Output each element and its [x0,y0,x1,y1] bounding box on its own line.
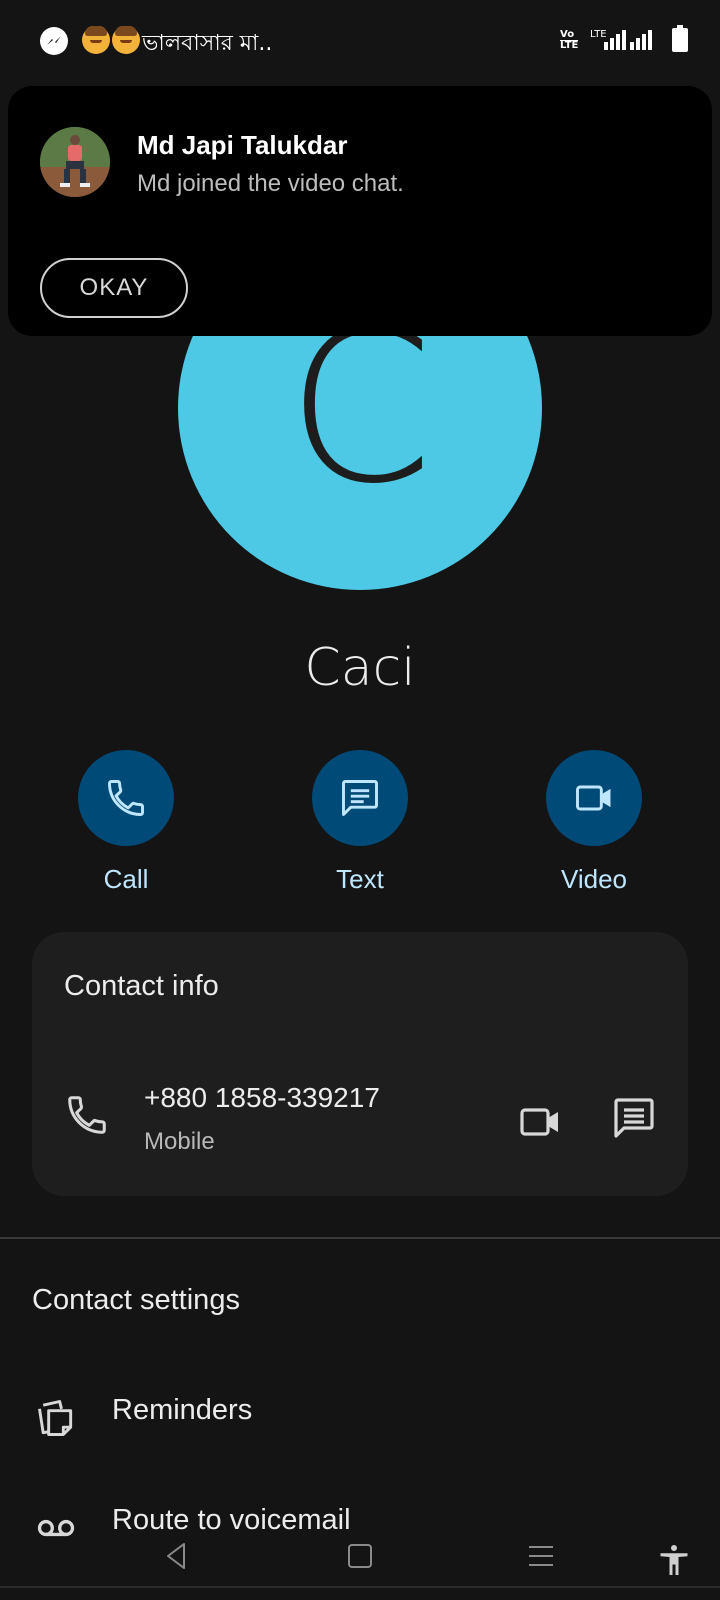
navigation-bar [0,1530,720,1600]
emoji-icon [112,26,140,54]
reminders-label: Reminders [112,1394,253,1426]
notification-title: Md Japi Talukdar [137,130,348,160]
phone-icon [108,780,144,816]
emoji-icon [82,26,110,54]
okay-button[interactable]: OKAY [40,258,188,318]
call-button[interactable] [78,750,174,846]
messenger-icon [40,27,68,55]
video-label: Video [560,864,628,894]
video-action[interactable]: Video [514,750,674,895]
contact-info-title: Contact info [64,970,219,1002]
message-icon[interactable] [610,1094,658,1142]
recents-icon[interactable] [526,1540,556,1572]
notification-body: Md joined the video chat. [137,170,404,197]
message-icon [342,780,378,816]
home-icon[interactable] [346,1540,374,1572]
text-action[interactable]: Text [280,750,440,895]
heads-up-notification[interactable]: Md Japi Talukdar Md joined the video cha… [8,86,712,336]
volte-indicator: Vo LTE [560,29,579,51]
video-button[interactable] [546,750,642,846]
contact-details-screen: ভালবাসার মা.. Vo LTE LTE C Md Japi Taluk… [0,0,720,1600]
signal-icon [630,28,652,50]
sender-avatar [40,127,110,197]
contact-info-card: Contact info +880 1858-339217 Mobile [32,932,688,1196]
phone-number[interactable]: +880 1858-339217 [144,1082,380,1114]
status-bar: ভালবাসার মা.. Vo LTE LTE [0,0,720,80]
phone-type: Mobile [144,1128,215,1155]
contact-settings-title: Contact settings [32,1284,240,1316]
text-label: Text [336,864,384,894]
video-icon [576,785,611,811]
status-notification-title: ভালবাসার মা.. [142,31,273,56]
text-button[interactable] [312,750,408,846]
accessibility-icon[interactable] [656,1540,692,1580]
call-action[interactable]: Call [46,750,206,895]
reminders-icon [38,1400,73,1436]
back-icon[interactable] [162,1540,190,1572]
video-call-icon[interactable] [516,1098,564,1146]
contact-name: Caci [304,638,416,698]
nav-bar-line [0,1586,720,1588]
settings-item-reminders[interactable]: Reminders [0,1374,720,1454]
battery-icon [672,25,688,52]
signal-icon [604,28,626,50]
section-divider [0,1237,720,1239]
phone-icon [68,1096,106,1134]
call-label: Call [103,864,149,894]
